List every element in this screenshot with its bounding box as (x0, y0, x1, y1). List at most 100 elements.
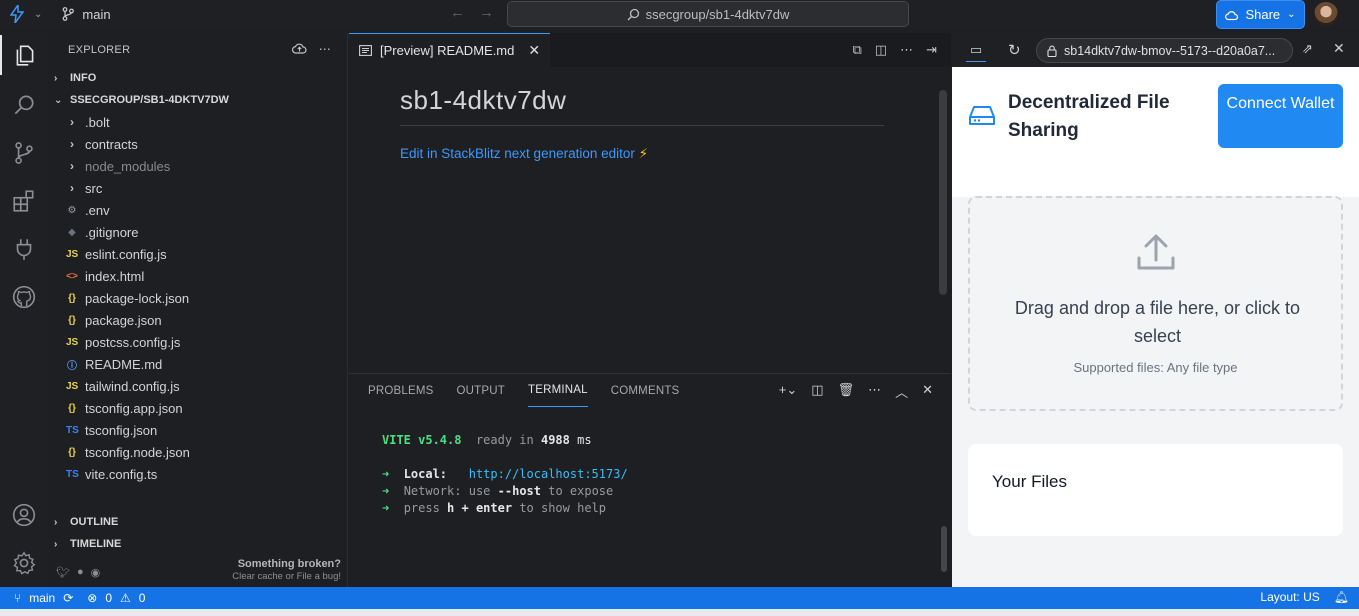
preview-url: sb14dktv7dw-bmov--5173--d20a0a7... (1064, 43, 1276, 58)
reload-icon[interactable]: ↻ (1008, 41, 1021, 59)
open-preview-icon[interactable]: ⇥ (926, 42, 937, 58)
twitter-icon[interactable]: 🐦︎ (56, 566, 70, 579)
chevron-right-icon: › (70, 137, 74, 151)
section-info[interactable]: › INFO (48, 67, 347, 89)
tree-item[interactable]: {} package-lock.json (48, 287, 347, 309)
terminal-scrollbar[interactable] (941, 526, 947, 572)
trash-icon[interactable]: 🗑︎ (838, 382, 855, 401)
dropzone-text: Drag and drop a file here, or click to s… (1014, 298, 1301, 346)
tree-item-label: postcss.config.js (85, 334, 181, 350)
json-file-icon: {} (68, 402, 76, 414)
broken-title: Something broken? (237, 558, 341, 570)
source-control-icon[interactable] (0, 133, 48, 173)
bottom-panel: PROBLEMS OUTPUT TERMINAL COMMENTS +⌄ ◫ 🗑… (349, 373, 951, 587)
branch-selector[interactable]: main (62, 7, 111, 22)
upload-icon (1137, 234, 1175, 270)
tab-output[interactable]: OUTPUT (457, 374, 505, 407)
error-count[interactable]: 0 (105, 591, 112, 605)
editor-scrollbar[interactable] (939, 90, 947, 295)
maximize-panel-icon[interactable]: ︿ (895, 382, 908, 401)
share-button[interactable]: Share ⌄ (1216, 0, 1305, 29)
extensions-icon[interactable] (0, 181, 48, 221)
more-actions-icon[interactable]: ⋯ (900, 42, 913, 58)
tree-item[interactable]: TS tsconfig.json (48, 419, 347, 441)
terminal-output[interactable]: VITE v5.4.8 ready in 4988 ms ➜ Local: ht… (382, 432, 628, 517)
tree-item[interactable]: › src (48, 177, 347, 199)
tree-item[interactable]: ◆ .gitignore (48, 221, 347, 243)
chevron-down-icon[interactable]: ⌄ (34, 9, 42, 20)
open-source-icon[interactable]: ⧉ (853, 42, 862, 58)
github-icon[interactable]: ● (77, 566, 84, 579)
bottom-strip (0, 609, 1359, 616)
bolt-logo-icon[interactable] (10, 5, 32, 23)
tree-item[interactable]: JS eslint.config.js (48, 243, 347, 265)
warning-count[interactable]: 0 (139, 591, 146, 605)
tree-item-label: README.md (85, 356, 163, 372)
tree-item-label: package.json (85, 312, 162, 328)
tree-item[interactable]: {} tsconfig.node.json (48, 441, 347, 463)
files-icon[interactable] (0, 35, 48, 75)
tab-terminal[interactable]: TERMINAL (528, 374, 588, 407)
ms-unit: ms (577, 433, 592, 447)
lock-icon (1047, 45, 1057, 57)
tree-item[interactable]: {} package.json (48, 309, 347, 331)
cloud-upload-icon[interactable] (291, 42, 307, 57)
preview-url-bar[interactable]: sb14dktv7dw-bmov--5173--d20a0a7... (1036, 38, 1293, 63)
tree-item[interactable]: ⓘ README.md (48, 353, 347, 375)
close-icon[interactable]: ✕ (528, 42, 540, 59)
github-icon[interactable] (0, 277, 48, 317)
network-label: Network: (403, 484, 462, 498)
stackblitz-link[interactable]: Edit in StackBlitz next generation edito… (400, 146, 648, 162)
local-url[interactable]: http://localhost:5173/ (469, 467, 628, 481)
settings-gear-icon[interactable] (0, 543, 48, 583)
section-timeline[interactable]: › TIMELINE (48, 533, 348, 555)
forward-arrow-icon[interactable]: → (479, 4, 494, 21)
sync-icon[interactable]: ⟳ (63, 591, 73, 605)
new-terminal-icon[interactable]: +⌄ (779, 382, 797, 401)
section-project[interactable]: ⌄ SSECGROUP/SB1-4DKTV7DW (48, 89, 347, 111)
close-panel-icon[interactable]: ✕ (922, 382, 933, 401)
tab-comments[interactable]: COMMENTS (611, 374, 680, 407)
keyboard-layout[interactable]: Layout: US (1260, 590, 1319, 604)
chevron-right-icon: › (54, 516, 58, 528)
tree-item-label: tsconfig.json (85, 422, 158, 438)
tab-readme-preview[interactable]: [Preview] README.md ✕ (349, 33, 551, 67)
tree-item-label: package-lock.json (85, 290, 190, 306)
status-branch[interactable]: main (29, 591, 55, 605)
connect-wallet-button[interactable]: Connect Wallet (1218, 84, 1343, 148)
close-icon[interactable]: ✕ (1333, 40, 1345, 57)
tree-item[interactable]: <> index.html (48, 265, 347, 287)
tree-item-label: tsconfig.app.json (85, 400, 183, 416)
split-editor-icon[interactable]: ◫ (875, 42, 887, 58)
social-links: 🐦︎ ● ◉ (56, 566, 100, 579)
tree-item[interactable]: JS tailwind.config.js (48, 375, 347, 397)
report-bug[interactable]: Something broken? Clear cache or File a … (232, 558, 341, 582)
back-arrow-icon[interactable]: ← (450, 4, 465, 21)
notifications-icon[interactable]: 🔔︎ (1334, 590, 1349, 604)
tree-item[interactable]: ⚙ .env (48, 199, 347, 221)
search-icon[interactable] (0, 85, 48, 125)
discord-icon[interactable]: ◉ (91, 566, 101, 579)
avatar[interactable] (1314, 2, 1338, 26)
tree-item[interactable]: TS vite.config.ts (48, 463, 347, 485)
more-actions-icon[interactable]: ⋯ (868, 382, 881, 401)
network-tail: to expose (548, 484, 614, 498)
js-file-icon: JS (66, 336, 79, 348)
section-outline[interactable]: › OUTLINE (48, 511, 348, 533)
tree-item[interactable]: › .bolt (48, 111, 347, 133)
file-dropzone[interactable]: Drag and drop a file here, or click to s… (968, 196, 1343, 411)
command-search[interactable]: ssecgroup/sb1-4dktv7dw (507, 1, 909, 27)
plug-icon[interactable] (0, 229, 48, 269)
account-icon[interactable] (0, 495, 48, 535)
section-outline-label: OUTLINE (70, 516, 119, 528)
open-external-icon[interactable]: ⇗ (1302, 41, 1313, 57)
more-actions-icon[interactable]: ⋯ (319, 42, 331, 57)
tab-problems[interactable]: PROBLEMS (368, 374, 434, 407)
split-terminal-icon[interactable]: ◫ (811, 382, 823, 401)
preview-devices-icon[interactable]: ▭ (966, 42, 986, 62)
tree-item[interactable]: › contracts (48, 133, 347, 155)
git-icon: ◆ (68, 226, 76, 238)
tree-item[interactable]: › node_modules (48, 155, 347, 177)
tree-item[interactable]: {} tsconfig.app.json (48, 397, 347, 419)
tree-item[interactable]: JS postcss.config.js (48, 331, 347, 353)
